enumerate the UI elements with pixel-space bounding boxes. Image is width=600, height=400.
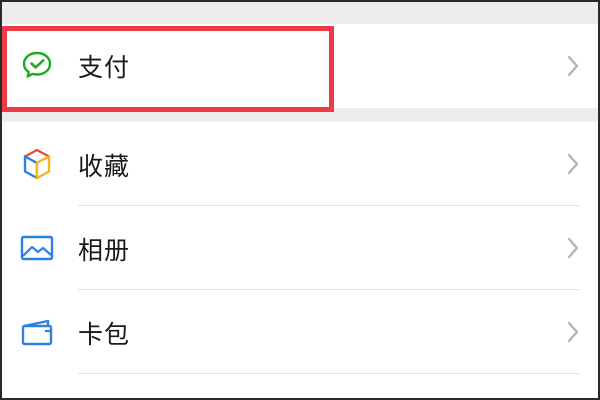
menu-item-pay-label: 支付 — [78, 53, 131, 82]
menu-item-pay[interactable]: 支付 — [0, 24, 600, 108]
wechat-pay-icon — [20, 48, 54, 82]
menu-item-album[interactable]: 相册 — [0, 206, 600, 290]
cube-icon — [20, 147, 54, 181]
features-section: 收藏 相册 卡包 — [0, 122, 600, 400]
chevron-right-icon — [564, 53, 582, 79]
chevron-right-icon — [564, 319, 582, 345]
chevron-right-icon — [564, 235, 582, 261]
card-wallet-icon — [20, 315, 54, 349]
menu-item-favorites[interactable]: 收藏 — [0, 122, 600, 206]
section-spacer — [0, 108, 600, 122]
photo-album-icon — [20, 231, 54, 265]
pay-section: 支付 — [0, 24, 600, 108]
menu-item-album-label: 相册 — [78, 236, 131, 265]
menu-item-card-wallet-label: 卡包 — [78, 320, 131, 349]
divider — [78, 373, 580, 374]
chevron-right-icon — [564, 151, 582, 177]
menu-item-favorites-label: 收藏 — [78, 152, 131, 181]
top-spacer — [0, 0, 600, 24]
menu-item-card-wallet[interactable]: 卡包 — [0, 290, 600, 374]
